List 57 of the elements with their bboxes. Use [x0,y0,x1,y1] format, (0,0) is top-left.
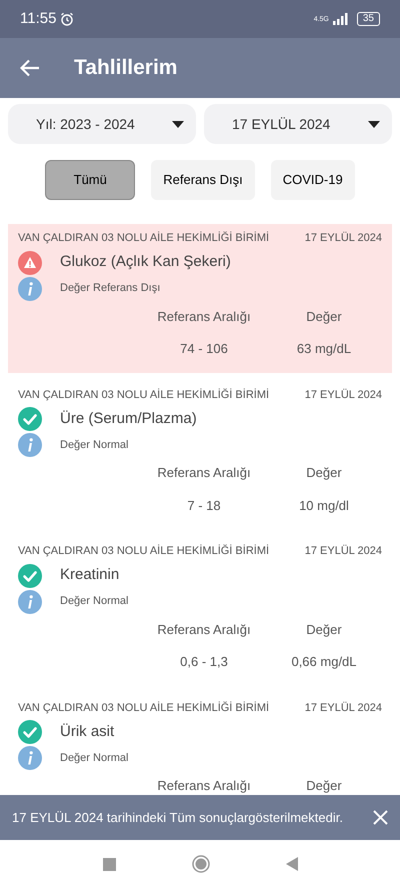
reference-range: 0,6 - 1,3 [179,653,229,671]
test-name: Ürik asit [60,722,114,742]
filter-tab[interactable]: Referans Dışı [151,160,255,200]
snackbar-message: 17 EYLÜL 2024 tarihindeki Tüm sonuçlargösterilmektedir. [12,808,343,827]
alarm-icon [60,12,74,26]
reference-range: 7 - 18 [186,496,222,514]
filter-tab[interactable]: COVID-19 [270,160,355,200]
home-circle-icon[interactable] [192,855,210,873]
page-title: Tahlillerim [74,55,178,82]
column-label: Değer [305,777,343,795]
status-text: Değer Referans Dışı [60,281,160,296]
status-text: Değer Normal [60,438,128,453]
close-icon[interactable] [373,810,388,825]
result-date: 17 EYLÜL 2024 [304,700,382,716]
dropdown[interactable]: 17 EYLÜL 2024 [204,104,392,144]
institution-name: VAN ÇALDIRAN 03 NOLU AİLE HEKİMLİĞİ BİRİMİ [18,544,270,559]
result-value: 10 mg/dl [298,496,350,515]
institution-name: VAN ÇALDIRAN 03 NOLU AİLE HEKİMLİĞİ BİRİMİ [18,388,270,402]
result-value: 63 mg/dL [296,340,352,358]
status-text: Değer Normal [60,594,128,610]
info-icon[interactable] [18,433,42,457]
battery-indicator: 35 [356,12,380,26]
column-label: Referans Aralığı [156,620,252,639]
reference-range: 74 - 106 [179,340,229,358]
test-name: Kreatinin [60,565,120,586]
info-icon[interactable] [18,590,42,614]
signal-icon [332,13,349,25]
result-date: 17 EYLÜL 2024 [304,388,382,402]
square-icon[interactable] [102,858,116,870]
check-icon [18,564,42,588]
column-label: Referans Aralığı [156,777,252,795]
institution-name: VAN ÇALDIRAN 03 NOLU AİLE HEKİMLİĞİ BİRİMİ [18,230,270,246]
status-time: 11:55 [20,8,56,29]
info-icon[interactable] [18,276,42,300]
back-arrow-icon[interactable] [20,59,40,77]
result-card[interactable]: VAN ÇALDIRAN 03 NOLU AİLE HEKİMLİĞİ BİRİMİ 17 EYLÜL 2024 Glukoz (Açlık Kan Şekeri) Değer Referans Dışı Referans Aralığı Değer 74 - 106 63 mg/dL [8,224,392,372]
check-icon [18,720,42,744]
warning-icon [18,250,42,274]
column-label: Referans Aralığı [156,308,252,326]
result-date: 17 EYLÜL 2024 [304,544,382,559]
caret-icon [172,120,184,128]
institution-name: VAN ÇALDIRAN 03 NOLU AİLE HEKİMLİĞİ BİRİMİ [18,700,270,716]
column-label: Referans Aralığı [156,464,252,482]
filter-tab[interactable]: Tümü [45,160,136,200]
test-name: Üre (Serum/Plazma) [60,408,197,429]
info-icon[interactable] [18,746,42,770]
status-text: Değer Normal [60,750,128,766]
test-name: Glukoz (Açlık Kan Şekeri) [60,252,231,272]
check-icon [18,407,42,431]
result-value: 0,66 mg/dL [290,653,358,671]
caret-icon [368,120,380,128]
column-label: Değer [305,620,343,639]
column-label: Değer [305,308,343,326]
result-date: 17 EYLÜL 2024 [304,230,382,246]
dropdown[interactable]: Yıl: 2023 - 2024 [8,104,196,144]
back-triangle-icon[interactable] [286,857,298,871]
column-label: Değer [305,464,343,482]
